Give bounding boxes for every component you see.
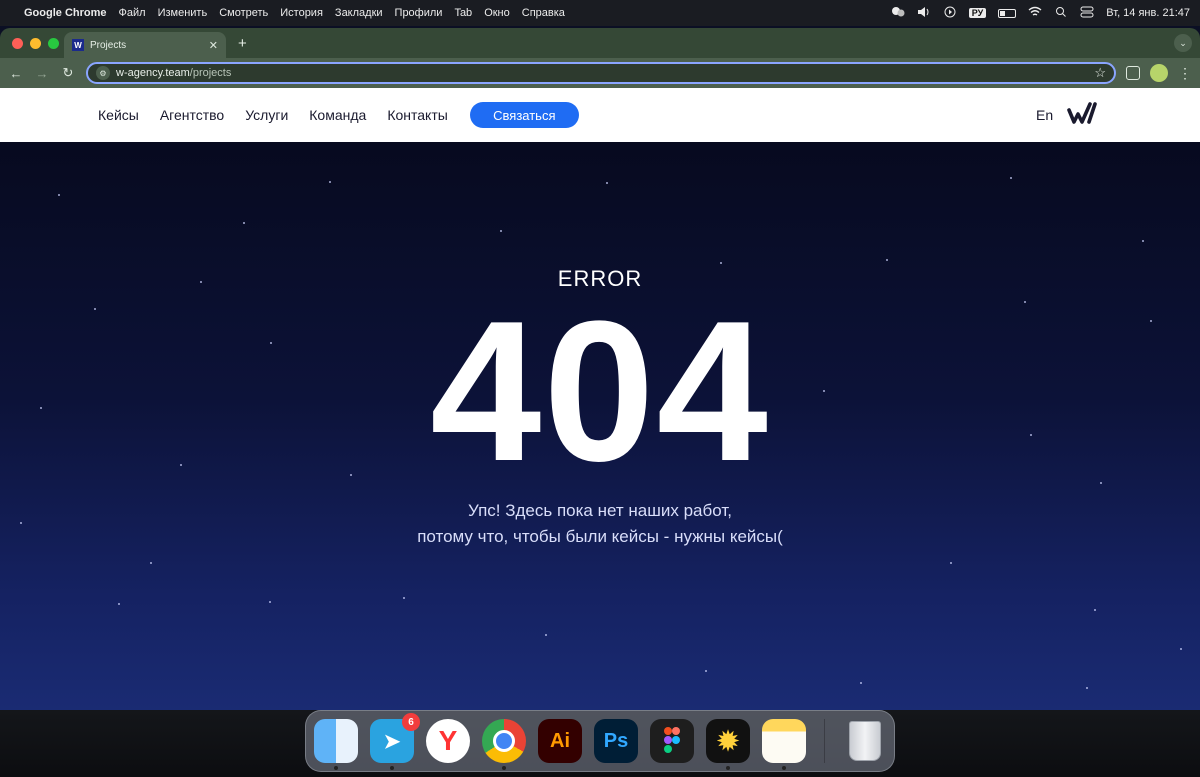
site-header: Кейсы Агентство Услуги Команда Контакты … [0,88,1200,142]
w-agency-logo[interactable] [1067,102,1103,126]
site-settings-icon[interactable]: ⚙ [96,66,110,80]
zoom-window-button[interactable] [48,38,59,49]
error-hero: ERROR 404 Упс! Здесь пока нет наших рабо… [0,142,1200,710]
url-host: w-agency.team [116,67,190,79]
battery-icon[interactable] [998,8,1017,18]
window-controls [12,38,59,49]
error-message-line-2: потому что, чтобы были кейсы - нужны кей… [417,527,783,546]
nav-cases[interactable]: Кейсы [98,107,139,123]
address-bar[interactable]: ⚙ w-agency.team/projects ☆ [86,62,1116,84]
site-favicon-icon: W [72,39,84,51]
language-switch[interactable]: En [1036,107,1053,123]
notes-icon[interactable] [762,719,806,770]
menu-history[interactable]: История [280,7,323,19]
close-window-button[interactable] [12,38,23,49]
nav-team[interactable]: Команда [309,107,366,123]
back-arrow-icon[interactable]: ← [8,66,24,81]
control-center-icon[interactable] [1080,6,1094,21]
menu-tab[interactable]: Tab [454,7,472,19]
menu-clock[interactable]: Вт, 14 янв. 21:47 [1106,7,1190,19]
profile-avatar[interactable] [1150,64,1168,82]
finder-icon[interactable] [314,719,358,770]
browser-toolbar: ← → ↻ ⚙ w-agency.team/projects ☆ ⋮ [0,58,1200,88]
extensions-puzzle-icon[interactable] [1126,66,1140,80]
tab-close-icon[interactable]: ✕ [209,39,218,52]
menu-bar: Google Chrome Файл Изменить Смотреть Ист… [0,0,1200,26]
bookmark-star-icon[interactable]: ☆ [1094,65,1106,81]
trash-icon[interactable] [843,719,887,763]
spark-mail-icon[interactable]: ✹ [706,719,750,770]
forward-arrow-icon[interactable]: → [34,66,50,81]
error-message-line-1: Упс! Здесь пока нет наших работ, [468,501,732,520]
menu-bookmarks[interactable]: Закладки [335,7,383,19]
volume-icon[interactable] [917,6,931,21]
dock: ➤ 6 Y Ai Ps ✹ [305,710,895,772]
chrome-menu-kebab-icon[interactable]: ⋮ [1178,65,1192,82]
menu-edit[interactable]: Изменить [158,7,208,19]
telegram-unread-badge: 6 [402,713,420,731]
nav-services[interactable]: Услуги [245,107,288,123]
browser-window: W Projects ✕ + ⌄ ← → ↻ ⚙ w-agency.team/p… [0,28,1200,710]
input-source-indicator[interactable]: РУ [968,8,987,18]
photoshop-icon[interactable]: Ps [594,719,638,763]
reload-icon[interactable]: ↻ [60,65,76,81]
illustrator-icon[interactable]: Ai [538,719,582,763]
error-code: 404 [430,280,770,503]
menu-profiles[interactable]: Профили [395,7,443,19]
tab-search-chevron-icon[interactable]: ⌄ [1174,34,1192,52]
menu-file[interactable]: Файл [119,7,146,19]
yandex-browser-icon[interactable]: Y [426,719,470,763]
tab-title: Projects [90,39,127,51]
nav-contacts[interactable]: Контакты [387,107,447,123]
menu-view[interactable]: Смотреть [219,7,268,19]
new-tab-button[interactable]: + [238,35,247,52]
wechat-status-icon[interactable] [891,6,905,21]
contact-cta-button[interactable]: Связаться [469,102,579,128]
menu-window[interactable]: Окно [484,7,510,19]
minimize-window-button[interactable] [30,38,41,49]
wifi-icon[interactable] [1028,6,1042,21]
dock-separator [824,719,825,763]
spotlight-search-icon[interactable] [1054,6,1068,21]
telegram-icon[interactable]: ➤ 6 [370,713,420,770]
url-path: /projects [189,67,232,79]
chrome-icon[interactable] [482,719,526,770]
tab-projects[interactable]: W Projects ✕ [64,32,226,58]
menu-help[interactable]: Справка [522,7,565,19]
now-playing-icon[interactable] [943,6,957,21]
figma-icon[interactable] [650,719,694,763]
nav-agency[interactable]: Агентство [160,107,224,123]
menu-app-name[interactable]: Google Chrome [24,7,107,19]
tab-strip: W Projects ✕ + ⌄ [0,28,1200,58]
